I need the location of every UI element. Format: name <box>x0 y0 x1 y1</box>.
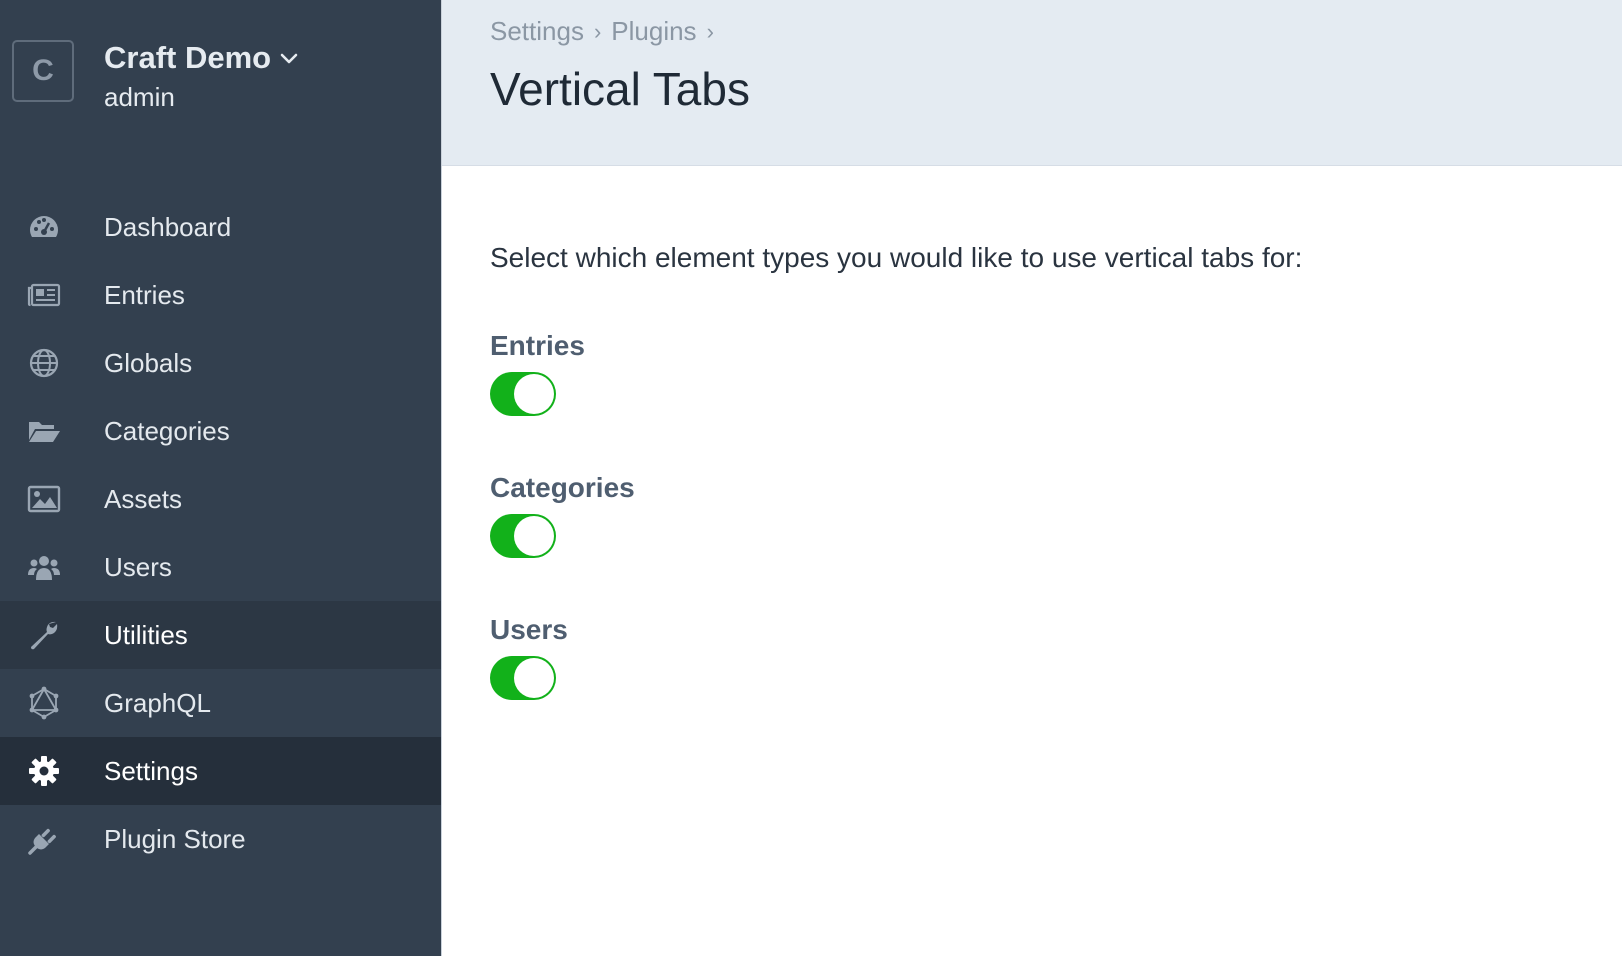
nav-item-plugin-store[interactable]: Plugin Store <box>0 805 441 873</box>
folder-open-icon <box>26 413 62 449</box>
field-users: Users <box>490 614 890 700</box>
plug-icon <box>26 821 62 857</box>
current-user: admin <box>104 82 175 112</box>
nav-item-entries[interactable]: Entries <box>0 261 441 329</box>
nav-item-utilities[interactable]: Utilities <box>0 601 441 669</box>
breadcrumb-plugins[interactable]: Plugins <box>611 16 696 47</box>
breadcrumb-separator: › <box>706 18 714 44</box>
nav-item-users[interactable]: Users <box>0 533 441 601</box>
nav-item-graphql[interactable]: GraphQL <box>0 669 441 737</box>
toggle-knob <box>514 658 554 698</box>
users-icon <box>26 549 62 585</box>
globe-icon <box>26 345 62 381</box>
nav-label: GraphQL <box>104 687 211 718</box>
gear-icon <box>26 753 62 789</box>
nav-label: Globals <box>104 347 193 378</box>
nav-label: Utilities <box>104 619 188 650</box>
nav-item-categories[interactable]: Categories <box>0 397 441 465</box>
nav-item-dashboard[interactable]: Dashboard <box>0 193 441 261</box>
field-label: Entries <box>490 330 585 361</box>
site-switcher: C Craft Demo admin <box>12 40 432 120</box>
instructions-text: Select which element types you would lik… <box>490 242 1303 273</box>
nav-label: Plugin Store <box>104 823 246 854</box>
toggle-knob <box>514 516 554 556</box>
main-nav: Dashboard Entries Globals Categories Ass… <box>0 193 441 873</box>
site-name: Craft Demo <box>104 40 272 75</box>
chevron-down-icon <box>280 53 298 64</box>
nav-label: Entries <box>104 279 185 310</box>
nav-label: Users <box>104 551 172 582</box>
field-categories: Categories <box>490 472 890 558</box>
page-title: Vertical Tabs <box>490 63 750 115</box>
nav-item-assets[interactable]: Assets <box>0 465 441 533</box>
toggle-knob <box>514 374 554 414</box>
breadcrumb-settings[interactable]: Settings <box>490 16 584 47</box>
page-header: Settings › Plugins › Vertical Tabs <box>442 0 1622 166</box>
breadcrumb-separator: › <box>593 18 602 44</box>
nav-item-globals[interactable]: Globals <box>0 329 441 397</box>
field-entries: Entries <box>490 330 890 416</box>
site-logo[interactable]: C <box>12 40 74 102</box>
field-label: Categories <box>490 472 635 503</box>
graphql-icon <box>26 685 62 721</box>
entries-toggle[interactable] <box>490 372 556 416</box>
nav-item-settings[interactable]: Settings <box>0 737 441 805</box>
image-icon <box>26 481 62 517</box>
field-label: Users <box>490 614 568 645</box>
nav-label: Dashboard <box>104 211 232 242</box>
breadcrumb: Settings › Plugins › <box>490 16 724 47</box>
users-toggle[interactable] <box>490 656 556 700</box>
nav-label: Categories <box>104 415 230 446</box>
nav-label: Settings <box>104 755 198 786</box>
sidebar: C Craft Demo admin Dashboard Entries Glo… <box>0 0 441 956</box>
wrench-icon <box>26 617 62 653</box>
nav-label: Assets <box>104 483 183 514</box>
newspaper-icon <box>26 277 62 313</box>
categories-toggle[interactable] <box>490 514 556 558</box>
site-name-menu[interactable]: Craft Demo <box>104 40 299 76</box>
dashboard-icon <box>26 209 62 245</box>
